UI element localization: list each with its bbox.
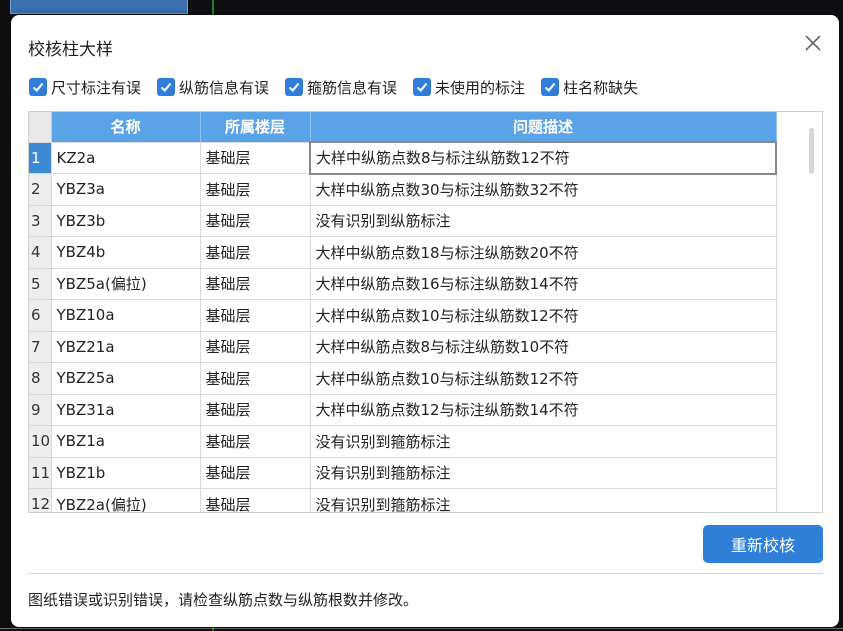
row-number[interactable]: 12 [29,488,52,512]
row-number[interactable]: 7 [29,331,52,363]
cell-floor[interactable]: 基础层 [200,488,311,512]
dialog-title: 校核柱大样 [28,40,113,60]
cell-name[interactable]: YBZ3a [51,173,201,206]
table-row[interactable]: 6 YBZ10a 基础层 大样中纵筋点数10与标注纵筋数12不符 [29,299,777,332]
cell-floor[interactable]: 基础层 [200,205,311,237]
filter-checkbox-group: 尺寸标注有误 纵筋信息有误 箍筋信息有误 未使用的标注 柱名称缺失 [29,76,654,98]
row-number[interactable]: 11 [29,457,52,489]
filter-checkbox[interactable]: 柱名称缺失 [541,77,638,98]
cell-name[interactable]: YBZ3b [51,205,201,237]
cell-floor[interactable]: 基础层 [200,457,311,489]
column-header-description[interactable]: 问题描述 [310,112,777,143]
cell-name[interactable]: YBZ1b [51,457,201,489]
cell-description[interactable]: 大样中纵筋点数12与标注纵筋数14不符 [310,394,777,426]
row-number[interactable]: 4 [29,236,52,269]
background-line [0,628,843,629]
cell-floor[interactable]: 基础层 [200,425,311,458]
vertical-scrollbar[interactable] [809,128,814,174]
hint-text: 图纸错误或识别错误，请检查纵筋点数与纵筋根数并修改。 [28,591,419,609]
recheck-button[interactable]: 重新校核 [703,525,823,563]
checkbox-checked-icon[interactable] [285,78,304,96]
row-number[interactable]: 5 [29,268,52,300]
cell-name[interactable]: YBZ1a [51,425,201,458]
cell-floor[interactable]: 基础层 [200,362,311,395]
cell-description[interactable]: 大样中纵筋点数8与标注纵筋数12不符 [309,141,777,175]
table-row[interactable]: 2 YBZ3a 基础层 大样中纵筋点数30与标注纵筋数32不符 [29,173,777,206]
filter-label: 箍筋信息有误 [307,78,398,97]
cell-floor[interactable]: 基础层 [200,394,311,426]
filter-label: 柱名称缺失 [563,78,639,97]
cell-description[interactable]: 没有识别到箍筋标注 [310,488,777,512]
checkbox-checked-icon[interactable] [541,78,560,96]
table-row[interactable]: 1 KZ2a 基础层 大样中纵筋点数8与标注纵筋数12不符 [29,141,777,175]
table-header-row: 名称 所属楼层 问题描述 [29,112,777,143]
cell-floor[interactable]: 基础层 [200,268,311,300]
cell-name[interactable]: KZ2a [51,142,201,174]
cell-description[interactable]: 大样中纵筋点数10与标注纵筋数12不符 [310,299,777,332]
filter-checkbox[interactable]: 箍筋信息有误 [285,77,397,98]
row-number[interactable]: 8 [29,362,52,395]
cell-name[interactable]: YBZ21a [51,331,201,363]
table-row[interactable]: 7 YBZ21a 基础层 大样中纵筋点数8与标注纵筋数10不符 [29,331,777,363]
row-number[interactable]: 6 [29,299,52,332]
cell-description[interactable]: 大样中纵筋点数16与标注纵筋数14不符 [310,268,777,300]
cell-description[interactable]: 没有识别到纵筋标注 [310,205,777,237]
checkbox-checked-icon[interactable] [413,78,432,96]
cell-name[interactable]: YBZ5a(偏拉) [51,268,201,300]
row-number[interactable]: 3 [29,205,52,237]
cell-floor[interactable]: 基础层 [200,331,311,363]
table-row[interactable]: 8 YBZ25a 基础层 大样中纵筋点数10与标注纵筋数12不符 [29,362,777,395]
divider [28,573,823,574]
cell-description[interactable]: 没有识别到箍筋标注 [310,457,777,489]
filter-checkbox[interactable]: 尺寸标注有误 [29,77,141,98]
cell-description[interactable]: 大样中纵筋点数10与标注纵筋数12不符 [310,362,777,395]
check-column-detail-dialog: 校核柱大样 尺寸标注有误 纵筋信息有误 箍筋信息有误 未使用的标注 柱名称缺失 名称 所… [11,15,839,627]
close-icon[interactable] [803,33,823,53]
cell-name[interactable]: YBZ4b [51,236,201,269]
table-row[interactable]: 5 YBZ5a(偏拉) 基础层 大样中纵筋点数16与标注纵筋数14不符 [29,268,777,300]
cell-description[interactable]: 大样中纵筋点数18与标注纵筋数20不符 [310,236,777,269]
checkbox-checked-icon[interactable] [157,78,176,96]
filter-label: 尺寸标注有误 [51,78,142,97]
cell-name[interactable]: YBZ31a [51,394,201,426]
cell-name[interactable]: YBZ2a(偏拉) [51,488,201,512]
corner-cell [29,112,52,143]
filter-label: 未使用的标注 [435,78,526,97]
cell-name[interactable]: YBZ25a [51,362,201,395]
cell-description[interactable]: 大样中纵筋点数30与标注纵筋数32不符 [310,173,777,206]
row-number[interactable]: 2 [29,173,52,206]
filter-label: 纵筋信息有误 [179,78,270,97]
cell-description[interactable]: 没有识别到箍筋标注 [310,425,777,458]
row-number[interactable]: 10 [29,425,52,458]
table-row[interactable]: 3 YBZ3b 基础层 没有识别到纵筋标注 [29,205,777,237]
table-row[interactable]: 9 YBZ31a 基础层 大样中纵筋点数12与标注纵筋数14不符 [29,394,777,426]
filter-checkbox[interactable]: 纵筋信息有误 [157,77,269,98]
table-row[interactable]: 12 YBZ2a(偏拉) 基础层 没有识别到箍筋标注 [29,488,777,512]
issues-table: 名称 所属楼层 问题描述 1 KZ2a 基础层 大样中纵筋点数8与标注纵筋数12不符 2… [28,111,823,513]
row-number[interactable]: 1 [29,142,52,174]
table-row[interactable]: 10 YBZ1a 基础层 没有识别到箍筋标注 [29,425,777,458]
cell-floor[interactable]: 基础层 [200,173,311,206]
cell-floor[interactable]: 基础层 [200,236,311,269]
table-row[interactable]: 11 YBZ1b 基础层 没有识别到箍筋标注 [29,457,777,489]
row-number[interactable]: 9 [29,394,52,426]
checkbox-checked-icon[interactable] [29,78,47,96]
cell-description[interactable]: 大样中纵筋点数8与标注纵筋数10不符 [310,331,777,363]
filter-checkbox[interactable]: 未使用的标注 [413,77,525,98]
background-tab [10,0,188,14]
cell-name[interactable]: YBZ10a [51,299,201,332]
column-header-name[interactable]: 名称 [51,112,201,143]
table-row[interactable]: 4 YBZ4b 基础层 大样中纵筋点数18与标注纵筋数20不符 [29,236,777,269]
cell-floor[interactable]: 基础层 [200,142,311,174]
column-header-floor[interactable]: 所属楼层 [200,112,311,143]
cell-floor[interactable]: 基础层 [200,299,311,332]
background-line [212,0,214,16]
